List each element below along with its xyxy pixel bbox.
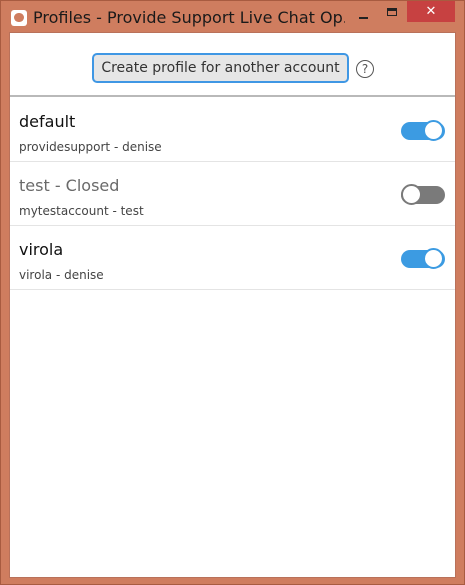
profile-row[interactable]: default providesupport - denise <box>10 98 455 162</box>
profile-name: default <box>19 112 76 131</box>
window-title: Profiles - Provide Support Live Chat Op.… <box>33 8 345 27</box>
chat-bubble-icon[interactable] <box>11 10 27 26</box>
toggle-knob <box>401 184 422 205</box>
profile-row[interactable]: test - Closed mytestaccount - test <box>10 162 455 226</box>
profile-detail: virola - denise <box>19 268 104 282</box>
app-window: Profiles - Provide Support Live Chat Op.… <box>0 0 465 585</box>
profile-toggle[interactable] <box>401 184 445 205</box>
maximize-button[interactable] <box>379 1 406 22</box>
toolbar: Create profile for another account ? <box>10 33 455 97</box>
profile-name: virola <box>19 240 64 259</box>
close-icon: ✕ <box>425 4 437 19</box>
minimize-button[interactable] <box>351 1 376 22</box>
profile-name: test - Closed <box>19 176 120 195</box>
profile-toggle[interactable] <box>401 248 445 269</box>
profile-list: default providesupport - denise test - C… <box>10 98 455 290</box>
close-button[interactable]: ✕ <box>407 1 455 22</box>
profile-row[interactable]: virola virola - denise <box>10 226 455 290</box>
profile-toggle[interactable] <box>401 120 445 141</box>
window-content: Create profile for another account ? def… <box>9 32 456 578</box>
help-circle-icon[interactable]: ? <box>356 60 374 78</box>
chat-bubble-shape <box>14 13 24 22</box>
minimize-icon <box>359 17 368 19</box>
title-bar[interactable]: Profiles - Provide Support Live Chat Op.… <box>1 1 464 32</box>
profile-detail: providesupport - denise <box>19 140 162 154</box>
toggle-knob <box>423 120 444 141</box>
toggle-knob <box>423 248 444 269</box>
profile-detail: mytestaccount - test <box>19 204 144 218</box>
create-profile-button[interactable]: Create profile for another account <box>92 53 349 83</box>
maximize-icon <box>387 8 397 16</box>
